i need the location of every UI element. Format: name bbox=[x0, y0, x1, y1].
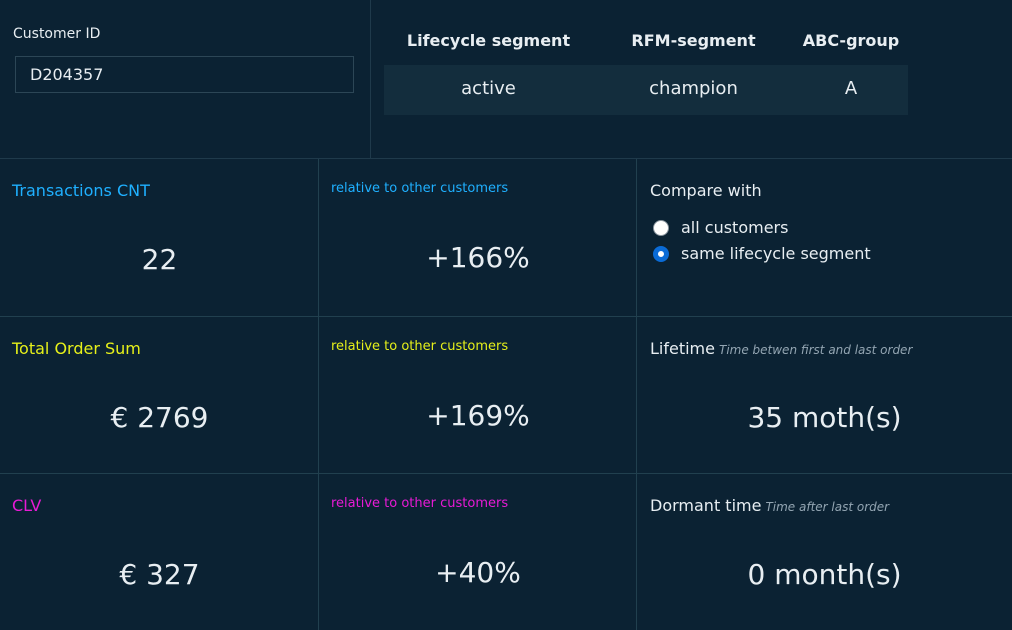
total-order-sum-title: Total Order Sum bbox=[12, 339, 141, 358]
transactions-relative-card: relative to other customers +166% bbox=[319, 159, 637, 317]
total-order-sum-card: Total Order Sum € 2769 bbox=[0, 317, 319, 474]
compare-with-card: Compare with all customers same lifecycl… bbox=[637, 159, 1012, 317]
customer-id-input[interactable] bbox=[15, 56, 354, 93]
rfm-segment-header: RFM-segment bbox=[631, 31, 756, 50]
dormant-title: Dormant time bbox=[650, 496, 762, 515]
dormant-value: 0 month(s) bbox=[747, 558, 902, 591]
lifecycle-segment-value: active bbox=[461, 78, 516, 99]
lifetime-title: Lifetime bbox=[650, 339, 715, 358]
radio-checked-icon[interactable] bbox=[653, 245, 669, 262]
clv-title: CLV bbox=[12, 496, 42, 515]
transactions-cnt-value: 22 bbox=[141, 243, 178, 276]
transactions-relative-value: +166% bbox=[426, 241, 530, 274]
order-sum-relative-card: relative to other customers +169% bbox=[319, 317, 637, 474]
compare-option-same-lifecycle[interactable]: same lifecycle segment bbox=[653, 244, 871, 263]
clv-value: € 327 bbox=[119, 558, 200, 591]
dormant-subtitle: Time after last order bbox=[765, 500, 890, 514]
compare-option-all-customers[interactable]: all customers bbox=[653, 218, 788, 237]
customer-id-panel: Customer ID bbox=[0, 0, 371, 159]
order-sum-relative-value: +169% bbox=[426, 399, 530, 432]
transactions-cnt-card: Transactions CNT 22 bbox=[0, 159, 319, 317]
clv-relative-label: relative to other customers bbox=[331, 496, 509, 511]
transactions-cnt-title: Transactions CNT bbox=[12, 181, 150, 200]
lifetime-value: 35 moth(s) bbox=[747, 401, 902, 434]
total-order-sum-value: € 2769 bbox=[110, 401, 209, 434]
abc-group-value: A bbox=[844, 78, 858, 99]
clv-card: CLV € 327 bbox=[0, 474, 319, 630]
compare-option-label: same lifecycle segment bbox=[681, 244, 871, 263]
lifecycle-segment-header: Lifecycle segment bbox=[406, 31, 571, 50]
segments-panel: Lifecycle segment RFM-segment ABC-group … bbox=[371, 0, 1012, 159]
clv-relative-card: relative to other customers +40% bbox=[319, 474, 637, 630]
dormant-time-card: Dormant time Time after last order 0 mont… bbox=[637, 474, 1012, 630]
dormant-title-line: Dormant time Time after last order bbox=[650, 496, 889, 515]
order-sum-relative-label: relative to other customers bbox=[331, 339, 509, 354]
lifetime-subtitle: Time betwen first and last order bbox=[718, 343, 913, 357]
lifetime-card: Lifetime Time betwen first and last order… bbox=[637, 317, 1012, 474]
rfm-segment-value: champion bbox=[649, 78, 738, 99]
abc-group-header: ABC-group bbox=[802, 31, 900, 50]
compare-with-title: Compare with bbox=[650, 181, 762, 200]
radio-unchecked-icon[interactable] bbox=[653, 219, 669, 236]
compare-option-label: all customers bbox=[681, 218, 789, 237]
transactions-relative-label: relative to other customers bbox=[331, 181, 509, 196]
customer-id-label: Customer ID bbox=[13, 26, 101, 42]
lifetime-title-line: Lifetime Time betwen first and last order bbox=[650, 339, 912, 358]
clv-relative-value: +40% bbox=[435, 556, 521, 589]
segments-values-row: active champion A bbox=[384, 65, 908, 115]
